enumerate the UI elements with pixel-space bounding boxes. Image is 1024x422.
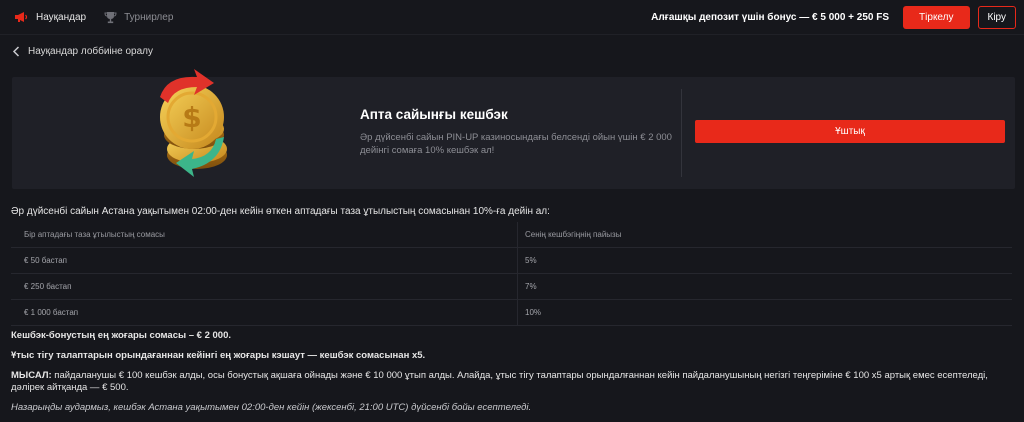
top-nav: Науқандар Турнирлер [14,11,173,24]
cashback-rates-table: Бір аптадағы таза ұтылыстың сомасы Сенің… [11,222,1012,326]
trophy-icon [104,11,117,23]
table-cell-cashback-percent: 10% [517,299,1012,326]
promo-title: Апта сайынғы кешбэк [360,107,508,122]
table-cell-loss-amount: € 1 000 бастап [11,299,518,326]
table-cell-cashback-percent: 7% [517,273,1012,300]
win-button[interactable]: Ұштық [695,120,1005,143]
promo-divider [681,89,682,177]
top-actions: Алғашқы депозит үшін бонус — € 5 000 + 2… [651,5,1016,29]
footer-note: Назарыңды аудармыз, кешбэк Астана уақыты… [11,402,532,413]
nav-item-campaigns-label: Науқандар [36,11,87,23]
rules-notes: Кешбэк-бонустың ең жоғары сомасы – € 2 0… [11,330,1011,422]
nav-item-campaigns[interactable]: Науқандар [14,11,86,23]
example-note: МЫСАЛ: пайдаланушы € 100 кешбэк алды, ос… [11,370,1011,394]
example-label: МЫСАЛ: [11,370,52,381]
table-cell-loss-amount: € 50 бастап [11,247,518,274]
back-to-lobby-link[interactable]: Науқандар лоббиіне оралу [0,36,1024,66]
svg-text:$: $ [182,101,201,134]
welcome-bonus-text: Алғашқы депозит үшін бонус — € 5 000 + 2… [651,11,890,23]
nav-item-tournaments-label: Турнирлер [124,11,174,23]
promo-description: Әр дүйсенбі сайын PIN-UP казиносындағы б… [360,132,672,156]
promo-card: $ Апта сайынғы кешбэк Әр дүйсенбі сайын … [12,69,1015,189]
max-cashback-note: Кешбэк-бонустың ең жоғары сомасы – € 2 0… [11,330,1011,342]
top-bar: Науқандар Турнирлер Алғашқы депозит үшін… [0,0,1024,35]
table-header-row: Бір аптадағы таза ұтылыстың сомасы Сенің… [11,222,1012,248]
table-header-loss-amount: Бір аптадағы таза ұтылыстың сомасы [11,222,518,248]
max-cashout-text: Ұтыс тігу талаптарын орындағаннан кейінг… [11,350,426,361]
table-row: € 50 бастап 5% [11,247,1012,274]
back-to-lobby-label: Науқандар лоббиіне оралу [28,45,154,57]
table-cell-cashback-percent: 5% [517,247,1012,274]
table-row: € 1 000 бастап 10% [11,299,1012,326]
chevron-left-icon [12,45,20,57]
table-header-cashback-percent: Сенің кешбэгіңнің пайызы [517,222,1012,248]
table-cell-loss-amount: € 250 бастап [11,273,518,300]
nav-item-tournaments[interactable]: Турнирлер [104,11,173,24]
register-button[interactable]: Тіркелу [903,5,970,29]
cashback-coin-icon: $ [160,69,227,177]
max-cashout-note: Ұтыс тігу талаптарын орындағаннан кейінг… [11,350,1011,362]
example-text: пайдаланушы € 100 кешбэк алды, осы бонус… [11,370,988,393]
table-row: € 250 бастап 7% [11,273,1012,300]
login-button[interactable]: Кіру [977,5,1016,29]
max-cashback-text: Кешбэк-бонустың ең жоғары сомасы – € 2 0… [11,330,231,341]
megaphone-icon [15,12,28,22]
rules-intro: Әр дүйсенбі сайын Астана уақытымен 02:00… [11,206,550,217]
